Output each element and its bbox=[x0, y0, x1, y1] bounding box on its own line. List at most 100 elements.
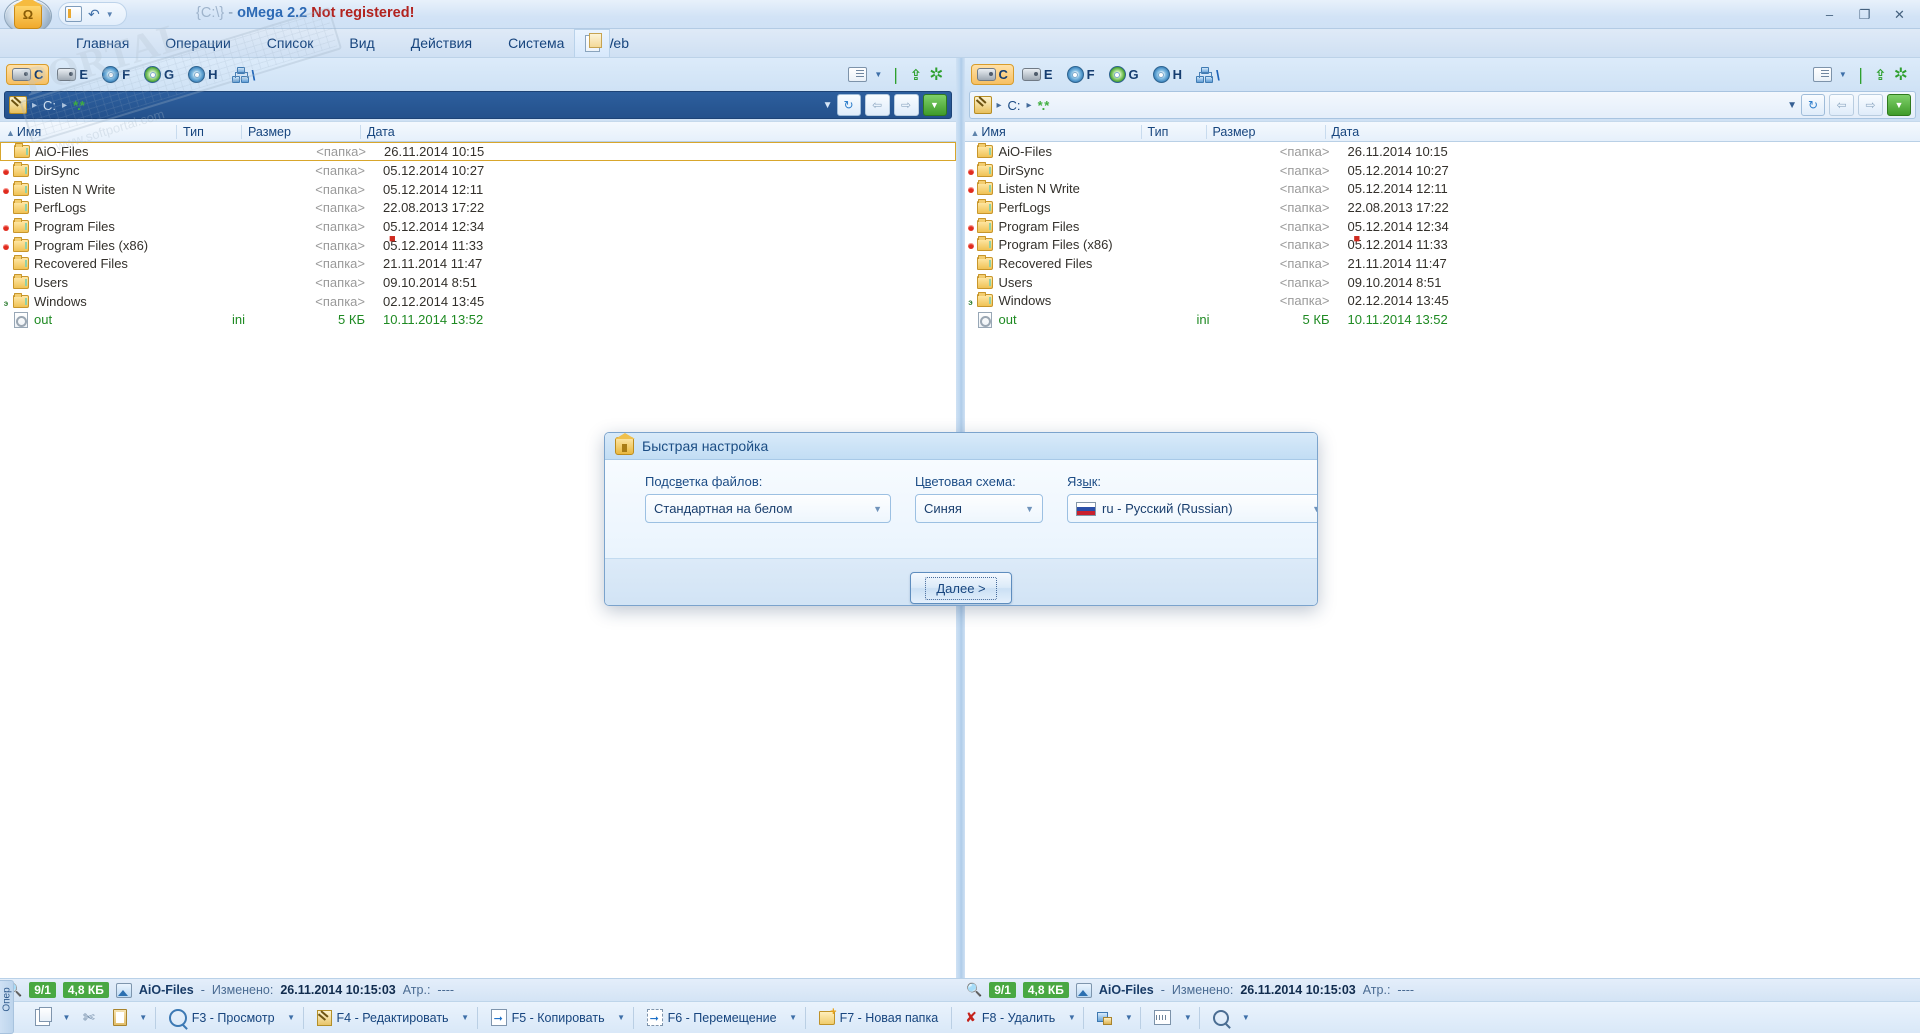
search-icon[interactable]: 🔍 bbox=[966, 982, 982, 998]
table-row[interactable]: AiO-Files<папка>26.11.2014 10:15 bbox=[965, 142, 1920, 161]
table-row[interactable]: Recovered Files<папка>21.11.2014 11:47 bbox=[965, 254, 1920, 273]
f8-delete-button[interactable]: ✘ F8 - Удалить bbox=[956, 1005, 1064, 1030]
menu-item-deystviya[interactable]: Действия bbox=[393, 31, 490, 55]
table-row[interactable]: эWindows<папка>02.12.2014 13:45 bbox=[965, 292, 1920, 311]
chevron-down-icon[interactable]: ▼ bbox=[823, 100, 833, 111]
breadcrumb-mask[interactable]: *.* bbox=[73, 98, 84, 113]
table-row[interactable]: Program Files (x86)<папка>05.12.2014 11:… bbox=[0, 236, 956, 255]
menu-item-sistema[interactable]: Система bbox=[490, 31, 582, 55]
drive-button-network-right[interactable]: \ bbox=[1190, 64, 1226, 86]
search-dropdown[interactable]: ▼ bbox=[1238, 1007, 1253, 1029]
table-row[interactable]: Users<папка>09.10.2014 8:51 bbox=[0, 273, 956, 292]
parent-folder-icon[interactable]: ⇪ bbox=[910, 66, 923, 84]
table-row[interactable]: Recovered Files<папка>21.11.2014 11:47 bbox=[0, 254, 956, 273]
f4-edit-dropdown[interactable]: ▼ bbox=[458, 1007, 473, 1029]
color-scheme-select[interactable]: Синяя ▼ bbox=[915, 494, 1043, 523]
table-row[interactable]: эWindows<папка>02.12.2014 13:45 bbox=[0, 292, 956, 311]
left-breadcrumb[interactable]: ▸ C: ▸ *.* bbox=[32, 98, 84, 113]
right-address-bar[interactable]: ▸ C: ▸ *.* ▼ ↻ ⇦ ⇨ ▼ bbox=[969, 91, 1917, 119]
refresh-button[interactable]: ↻ bbox=[1801, 94, 1825, 116]
favorites-icon[interactable]: ✲ bbox=[1894, 66, 1908, 83]
f4-edit-button[interactable]: F4 - Редактировать bbox=[308, 1005, 458, 1030]
column-header-date[interactable]: Дата bbox=[360, 125, 956, 139]
copy-clipboard-button[interactable] bbox=[26, 1005, 59, 1030]
breadcrumb-mask[interactable]: *.* bbox=[1038, 98, 1049, 113]
breadcrumb-drive[interactable]: C: bbox=[43, 98, 56, 113]
copy-dropdown[interactable]: ▼ bbox=[59, 1007, 74, 1029]
edit-path-icon[interactable] bbox=[974, 96, 992, 114]
left-address-bar[interactable]: ▸ C: ▸ *.* ▼ ↻ ⇦ ⇨ ▼ bbox=[4, 91, 952, 119]
cut-clipboard-button[interactable]: ✄ bbox=[74, 1005, 104, 1030]
table-row[interactable]: PerfLogs<папка>22.08.2013 17:22 bbox=[0, 198, 956, 217]
quick-access-toolbar[interactable]: ↶ ▼ bbox=[58, 2, 127, 26]
undo-icon[interactable]: ↶ bbox=[88, 7, 100, 21]
f6-move-dropdown[interactable]: ▼ bbox=[786, 1007, 801, 1029]
edit-path-icon[interactable] bbox=[9, 96, 27, 114]
drive-button-h-right[interactable]: H bbox=[1147, 63, 1188, 86]
menu-item-operacii[interactable]: Операции bbox=[147, 31, 249, 55]
column-header-type[interactable]: Тип bbox=[1141, 125, 1206, 139]
back-button[interactable]: ⇦ bbox=[865, 94, 890, 116]
drive-button-f-left[interactable]: F bbox=[96, 63, 136, 86]
f3-view-dropdown[interactable]: ▼ bbox=[284, 1007, 299, 1029]
drive-button-g-left[interactable]: G bbox=[138, 63, 180, 86]
file-highlight-select[interactable]: Стандартная на белом ▼ bbox=[645, 494, 891, 523]
minimize-button[interactable]: – bbox=[1813, 4, 1846, 24]
table-row[interactable]: DirSync<папка>05.12.2014 10:27 bbox=[965, 161, 1920, 180]
table-row[interactable]: AiO-Files<папка>26.11.2014 10:15 bbox=[0, 142, 956, 161]
f8-delete-dropdown[interactable]: ▼ bbox=[1064, 1007, 1079, 1029]
table-row[interactable]: Listen N Write<папка>05.12.2014 12:11 bbox=[0, 180, 956, 199]
paste-clipboard-button[interactable] bbox=[104, 1005, 136, 1030]
breadcrumb-drive[interactable]: C: bbox=[1008, 98, 1021, 113]
paste-dropdown[interactable]: ▼ bbox=[136, 1007, 151, 1029]
next-button[interactable]: Далее > bbox=[910, 572, 1011, 604]
column-header-type[interactable]: Тип bbox=[176, 125, 241, 139]
view-mode-icon[interactable] bbox=[1813, 67, 1832, 82]
forward-button[interactable]: ⇨ bbox=[1858, 94, 1883, 116]
panel-toggle-icon[interactable] bbox=[65, 6, 82, 22]
restore-button[interactable]: ❐ bbox=[1848, 4, 1881, 24]
view-mode-icon[interactable] bbox=[848, 67, 867, 82]
menu-item-vid[interactable]: Вид bbox=[331, 31, 392, 55]
new-tab-button[interactable] bbox=[574, 29, 610, 57]
drive-button-e-right[interactable]: E bbox=[1016, 64, 1059, 85]
table-row[interactable]: Program Files (x86)<папка>05.12.2014 11:… bbox=[965, 235, 1920, 254]
drive-button-c-right[interactable]: C bbox=[971, 64, 1014, 85]
drive-button-e-left[interactable]: E bbox=[51, 64, 94, 85]
column-header-size[interactable]: Размер bbox=[241, 125, 360, 139]
menu-item-spisok[interactable]: Список bbox=[249, 31, 332, 55]
history-button[interactable] bbox=[1145, 1005, 1180, 1030]
drive-button-g-right[interactable]: G bbox=[1103, 63, 1145, 86]
chevron-down-icon[interactable]: ▼ bbox=[874, 70, 882, 79]
network-tools-dropdown[interactable]: ▼ bbox=[1121, 1007, 1136, 1029]
table-row[interactable]: Users<папка>09.10.2014 8:51 bbox=[965, 273, 1920, 292]
close-button[interactable]: ✕ bbox=[1883, 4, 1916, 24]
f7-new-folder-button[interactable]: F7 - Новая папка bbox=[810, 1005, 948, 1030]
f5-copy-button[interactable]: ➞ F5 - Копировать bbox=[482, 1005, 614, 1030]
f5-copy-dropdown[interactable]: ▼ bbox=[614, 1007, 629, 1029]
table-row[interactable]: Listen N Write<папка>05.12.2014 12:11 bbox=[965, 179, 1920, 198]
column-header-name[interactable]: ▲Имя bbox=[0, 125, 176, 139]
f6-move-button[interactable]: ➞ F6 - Перемещение bbox=[638, 1005, 786, 1030]
search-button[interactable] bbox=[1204, 1005, 1238, 1030]
forward-button[interactable]: ⇨ bbox=[894, 94, 919, 116]
network-tools-button[interactable] bbox=[1088, 1005, 1121, 1030]
drive-button-c-left[interactable]: C bbox=[6, 64, 49, 85]
history-dropdown-button[interactable]: ▼ bbox=[1887, 94, 1911, 116]
table-row[interactable]: Program Files<папка>05.12.2014 12:34 bbox=[0, 217, 956, 236]
drive-button-network-left[interactable]: \ bbox=[226, 64, 262, 86]
chevron-down-icon[interactable]: ▼ bbox=[873, 504, 882, 514]
table-row[interactable]: DirSync<папка>05.12.2014 10:27 bbox=[0, 161, 956, 180]
root-folder-icon[interactable]: ❘ bbox=[1854, 65, 1867, 85]
chevron-down-icon[interactable]: ▼ bbox=[1839, 70, 1847, 79]
chevron-down-icon[interactable]: ▼ bbox=[106, 10, 114, 19]
root-folder-icon[interactable]: ❘ bbox=[889, 65, 902, 85]
chevron-down-icon[interactable]: ▼ bbox=[1787, 100, 1797, 111]
chevron-down-icon[interactable]: ▼ bbox=[1312, 504, 1318, 514]
table-row[interactable]: outini5 КБ10.11.2014 13:52 bbox=[0, 311, 956, 330]
quick-setup-dialog[interactable]: Быстрая настройка Подсветка файлов: Стан… bbox=[604, 432, 1318, 606]
chevron-down-icon[interactable]: ▼ bbox=[1025, 504, 1034, 514]
back-button[interactable]: ⇦ bbox=[1829, 94, 1854, 116]
column-header-size[interactable]: Размер bbox=[1206, 125, 1325, 139]
f3-view-button[interactable]: F3 - Просмотр bbox=[160, 1005, 284, 1030]
